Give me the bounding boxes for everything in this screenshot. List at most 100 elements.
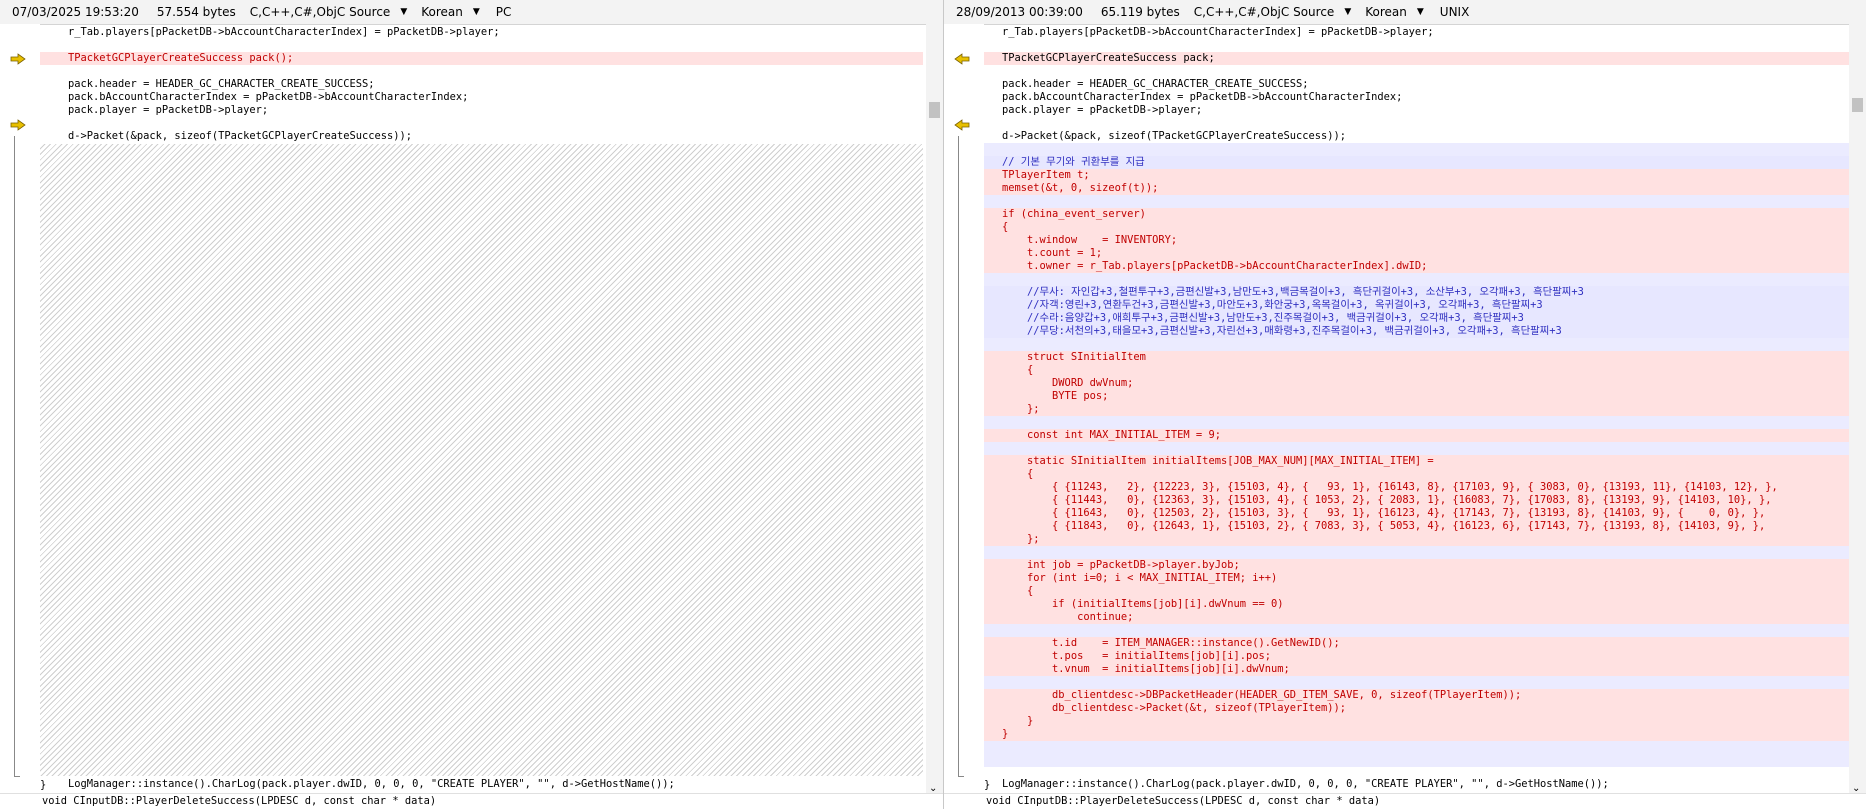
code-line-added: t.pos = initialItems[job][i].pos; (984, 650, 1850, 663)
code-line-added: } (984, 728, 1850, 741)
triangle-down-icon: ▼ (1416, 7, 1424, 17)
code-line-added: //수라:음양갑+3,애희투구+3,금편신발+3,남만도+3,진주목걸이+3, … (984, 312, 1850, 325)
code-line: pack.player = pPacketDB->player; (1002, 104, 1203, 116)
left-encoding-select[interactable]: Korean ▼ (421, 5, 480, 19)
right-encoding-select[interactable]: Korean ▼ (1365, 5, 1424, 19)
missing-lines-hatch (40, 144, 923, 776)
left-file-info-bar: 07/03/2025 19:53:20 57.554 bytes C,C++,C… (0, 0, 943, 25)
code-line-added: for (int i=0; i < MAX_INITIAL_ITEM; i++) (984, 572, 1850, 585)
left-language-select[interactable]: C,C++,C#,ObjC Source ▼ (250, 5, 407, 19)
code-line-added (984, 546, 1850, 559)
code-line: pack.bAccountCharacterIndex = pPacketDB-… (68, 91, 469, 103)
code-line-added: t.count = 1; (984, 247, 1850, 260)
code-line-added: t.owner = r_Tab.players[pPacketDB->bAcco… (984, 260, 1850, 273)
right-footer-line: } void CInputDB::PlayerDeleteSuccess(LPD… (944, 779, 1866, 809)
code-line-added: //무당:서천의+3,태을모+3,금편신발+3,자린선+3,매화령+3,진주목걸… (984, 325, 1850, 338)
right-diff-gutter (944, 24, 984, 794)
left-code-view[interactable]: r_Tab.players[pPacketDB->bAccountCharact… (40, 24, 923, 794)
code-line-added: { {11843, 0}, {12643, 1}, {15103, 2}, { … (984, 520, 1850, 533)
code-line-added (984, 195, 1850, 208)
code-line-added: { {11643, 0}, {12503, 2}, {15103, 3}, { … (984, 507, 1850, 520)
code-line-added (984, 338, 1850, 351)
right-file-info-bar: 28/09/2013 00:39:00 65.119 bytes C,C++,C… (944, 0, 1866, 25)
code-line: pack.player = pPacketDB->player; (68, 104, 269, 116)
code-line-added: int job = pPacketDB->player.byJob; (984, 559, 1850, 572)
code-line-added: { (984, 468, 1850, 481)
left-pane: 07/03/2025 19:53:20 57.554 bytes C,C++,C… (0, 0, 943, 809)
right-file-size: 65.119 bytes (1100, 5, 1180, 19)
code-line-changed: TPacketGCPlayerCreateSuccess pack; (984, 52, 1850, 65)
code-line-added (984, 273, 1850, 286)
left-vertical-scrollbar[interactable]: ⌄ (926, 24, 943, 794)
arrow-right-icon[interactable] (10, 119, 26, 131)
code-line-added: { {11243, 2}, {12223, 3}, {15103, 4}, { … (984, 481, 1850, 494)
arrow-right-icon[interactable] (10, 53, 26, 65)
code-line-added: // 기본 무기와 귀환부를 지급 (984, 156, 1850, 169)
code-line-added: t.vnum = initialItems[job][i].dwVnum; (984, 663, 1850, 676)
code-line: d->Packet(&pack, sizeof(TPacketGCPlayerC… (1002, 130, 1347, 142)
code-line: r_Tab.players[pPacketDB->bAccountCharact… (1002, 26, 1434, 38)
code-line-added: //무사: 자인갑+3,철편투구+3,금편신발+3,남만도+3,백금목걸이+3,… (984, 286, 1850, 299)
code-line: pack.header = HEADER_GC_CHARACTER_CREATE… (1002, 78, 1309, 90)
code-line-added: { (984, 364, 1850, 377)
left-footer-line: } void CInputDB::PlayerDeleteSuccess(LPD… (0, 779, 943, 809)
code-line-added: }; (984, 403, 1850, 416)
arrow-left-icon[interactable] (954, 53, 970, 65)
left-diff-gutter (0, 24, 40, 794)
close-brace: } (984, 779, 991, 791)
code-line: pack.header = HEADER_GC_CHARACTER_CREATE… (68, 78, 375, 90)
code-line-added: struct SInitialItem (984, 351, 1850, 364)
code-line-added (984, 624, 1850, 637)
code-line-added: continue; (984, 611, 1850, 624)
close-brace: } (40, 779, 47, 791)
code-line-added: } (984, 715, 1850, 728)
code-line-added: { (984, 585, 1850, 598)
triangle-down-icon: ▼ (472, 7, 480, 17)
code-line: LogManager::instance().CharLog(pack.play… (68, 778, 675, 790)
code-line-added: t.id = ITEM_MANAGER::instance().GetNewID… (984, 637, 1850, 650)
code-line-added (984, 741, 1850, 767)
code-line-added: t.window = INVENTORY; (984, 234, 1850, 247)
code-line-added: DWORD dwVnum; (984, 377, 1850, 390)
right-code-view[interactable]: r_Tab.players[pPacketDB->bAccountCharact… (984, 24, 1850, 794)
code-line-added: { {11443, 0}, {12363, 3}, {15103, 4}, { … (984, 494, 1850, 507)
code-line-added: const int MAX_INITIAL_ITEM = 9; (984, 429, 1850, 442)
code-line: d->Packet(&pack, sizeof(TPacketGCPlayerC… (68, 130, 413, 142)
right-line-ending[interactable]: UNIX (1440, 5, 1470, 19)
code-line-added (984, 442, 1850, 455)
code-line-added (984, 416, 1850, 429)
code-line-added: if (initialItems[job][i].dwVnum == 0) (984, 598, 1850, 611)
left-scroll-thumb[interactable] (929, 102, 940, 118)
right-scroll-thumb[interactable] (1852, 98, 1863, 112)
left-line-ending[interactable]: PC (496, 5, 512, 19)
diff-bracket-line (14, 136, 15, 776)
arrow-left-icon[interactable] (954, 119, 970, 131)
code-line-added: static SInitialItem initialItems[JOB_MAX… (984, 455, 1850, 468)
code-line-added: TPlayerItem t; (984, 169, 1850, 182)
left-file-date: 07/03/2025 19:53:20 (12, 5, 139, 19)
code-line: LogManager::instance().CharLog(pack.play… (1002, 778, 1609, 790)
right-pane: 28/09/2013 00:39:00 65.119 bytes C,C++,C… (943, 0, 1866, 809)
right-vertical-scrollbar[interactable]: ⌄ (1849, 24, 1866, 794)
right-file-date: 28/09/2013 00:39:00 (956, 5, 1083, 19)
triangle-down-icon: ▼ (1344, 7, 1352, 17)
code-line-added: { (984, 221, 1850, 234)
diff-bracket-line (958, 136, 959, 776)
code-line: r_Tab.players[pPacketDB->bAccountCharact… (68, 26, 500, 38)
left-file-size: 57.554 bytes (156, 5, 236, 19)
code-line-added: memset(&t, 0, sizeof(t)); (984, 182, 1850, 195)
triangle-down-icon: ▼ (400, 7, 408, 17)
right-language-select[interactable]: C,C++,C#,ObjC Source ▼ (1194, 5, 1351, 19)
code-line-changed: TPacketGCPlayerCreateSuccess pack(); (40, 52, 923, 65)
code-line-added: db_clientdesc->Packet(&t, sizeof(TPlayer… (984, 702, 1850, 715)
diff-bracket-end (14, 776, 20, 777)
code-line-added: db_clientdesc->DBPacketHeader(HEADER_GD_… (984, 689, 1850, 702)
diff-bracket-end (958, 776, 964, 777)
code-line: pack.bAccountCharacterIndex = pPacketDB-… (1002, 91, 1403, 103)
code-line-added (984, 143, 1850, 156)
code-line-added: if (china_event_server) (984, 208, 1850, 221)
code-line-added: }; (984, 533, 1850, 546)
code-line-added: //자객:영린+3,연환두건+3,금편신발+3,마안도+3,화안궁+3,옥목걸이… (984, 299, 1850, 312)
code-line-added (984, 676, 1850, 689)
code-line-added: BYTE pos; (984, 390, 1850, 403)
